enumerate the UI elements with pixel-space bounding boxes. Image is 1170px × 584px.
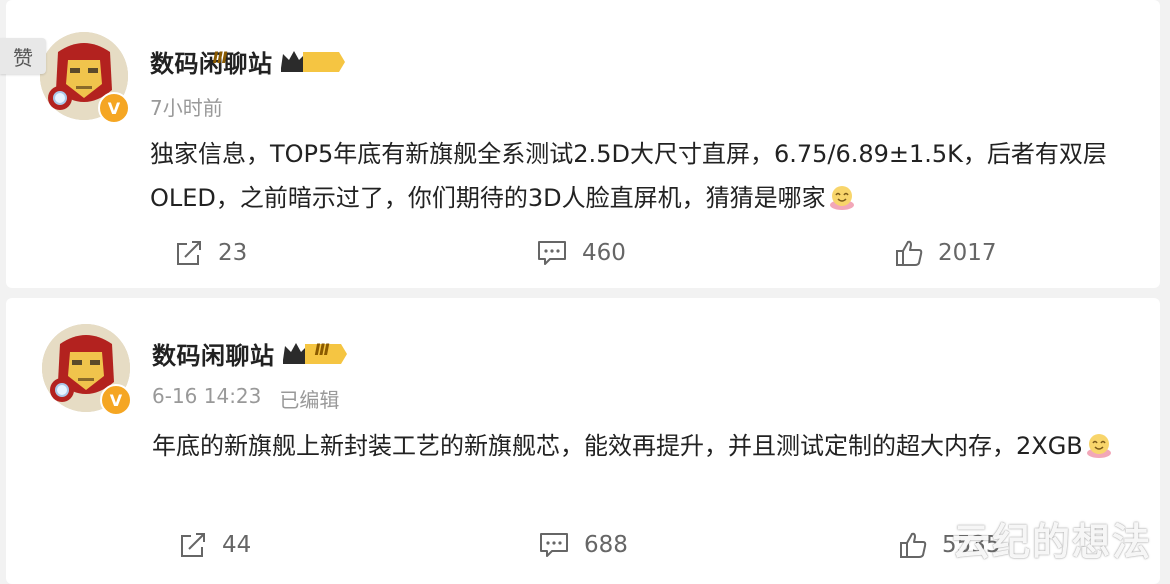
- comment-count: 460: [582, 240, 626, 266]
- share-button[interactable]: 44: [178, 530, 251, 560]
- thumbs-up-icon: [896, 240, 923, 266]
- share-icon: [177, 241, 201, 265]
- author-avatar[interactable]: V: [42, 324, 132, 416]
- crown-icon: [280, 50, 345, 72]
- post-meta: 6-16 14:23 已编辑: [152, 384, 339, 413]
- comment-button[interactable]: 688: [538, 530, 628, 560]
- watermark: 云纪的想法: [951, 520, 1152, 564]
- share-count: 23: [218, 240, 248, 266]
- level-text: Ⅲ: [314, 340, 330, 359]
- comment-count: 688: [584, 532, 628, 558]
- post-text: 年底的新旗舰上新封装工艺的新旗舰芯，能效再提升，并且测试定制的超大内存，2XGB: [152, 432, 1083, 460]
- verified-badge: V: [98, 92, 130, 124]
- like-count: 2017: [938, 240, 997, 266]
- grinning-face-emoji: [828, 181, 856, 210]
- level-text: Ⅲ: [212, 48, 228, 67]
- edited-label[interactable]: 已编辑: [279, 384, 339, 413]
- author-avatar[interactable]: V: [40, 32, 130, 124]
- post-text: 独家信息，TOP5年底有新旗舰全系测试2.5D大尺寸直屏，6.75/6.89±1…: [150, 140, 1107, 212]
- post-meta: 7小时前: [150, 92, 223, 121]
- post-content: 年底的新旗舰上新封装工艺的新旗舰芯，能效再提升，并且测试定制的超大内存，2XGB: [152, 424, 1132, 468]
- author-row: 数码闲聊站: [150, 44, 347, 79]
- author-name[interactable]: 数码闲聊站: [152, 336, 275, 371]
- grinning-face-emoji: [1085, 429, 1113, 458]
- comment-icon: [540, 533, 568, 557]
- post-content: 独家信息，TOP5年底有新旗舰全系测试2.5D大尺寸直屏，6.75/6.89±1…: [150, 132, 1130, 220]
- post-time[interactable]: 6-16 14:23: [152, 384, 261, 413]
- level-badge[interactable]: [279, 48, 347, 76]
- comment-button[interactable]: 460: [536, 238, 626, 268]
- share-button[interactable]: 23: [174, 238, 247, 268]
- verified-badge: V: [100, 384, 132, 416]
- share-count: 44: [222, 532, 252, 558]
- thumbs-up-icon: [900, 532, 927, 558]
- weibo-post-card: V 数码闲聊站 Ⅲ 7小时前 独家信息，TOP5年底有新旗舰全系测试2.5D大尺…: [6, 0, 1160, 288]
- share-icon: [181, 533, 205, 557]
- post-time[interactable]: 7小时前: [150, 92, 223, 121]
- like-button[interactable]: 2017: [894, 238, 997, 268]
- like-tag: 赞: [0, 38, 46, 74]
- comment-icon: [538, 241, 566, 265]
